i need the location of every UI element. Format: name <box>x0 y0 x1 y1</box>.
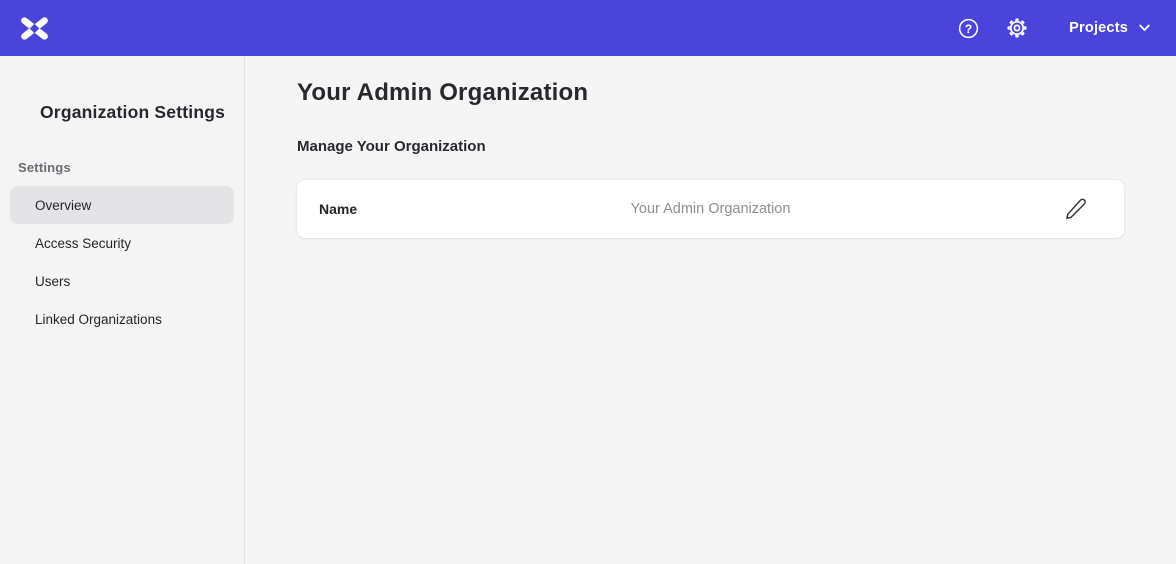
svg-text:?: ? <box>965 21 972 35</box>
sidebar-nav: Overview Access Security Users Linked Or… <box>10 186 234 338</box>
manage-section-title: Manage Your Organization <box>297 138 1124 155</box>
topbar: ? Projects <box>0 0 1176 56</box>
edit-name-button[interactable] <box>1061 195 1090 224</box>
chevron-down-icon <box>1139 24 1150 32</box>
settings-button[interactable] <box>1006 17 1028 39</box>
help-icon: ? <box>958 18 979 39</box>
sidebar-item-users[interactable]: Users <box>10 262 234 300</box>
sidebar-item-overview[interactable]: Overview <box>10 186 234 224</box>
sidebar-item-access-security[interactable]: Access Security <box>10 224 234 262</box>
projects-menu-button[interactable]: Projects <box>1069 20 1150 36</box>
page-title: Your Admin Organization <box>297 79 1124 107</box>
projects-label: Projects <box>1069 20 1128 36</box>
topbar-actions: ? Projects <box>958 17 1150 39</box>
sidebar-section-label: Settings <box>18 160 244 175</box>
sidebar: Organization Settings Settings Overview … <box>0 56 245 564</box>
organization-name-value: Your Admin Organization <box>297 201 1124 217</box>
main-content: Your Admin Organization Manage Your Orga… <box>246 56 1176 564</box>
gear-icon <box>1006 17 1028 39</box>
brand-logo-button[interactable] <box>18 14 51 43</box>
brand-x-logo-icon <box>20 16 49 41</box>
help-button[interactable]: ? <box>958 18 979 39</box>
sidebar-title: Organization Settings <box>0 56 244 123</box>
sidebar-item-linked-organizations[interactable]: Linked Organizations <box>10 300 234 338</box>
pencil-icon <box>1064 198 1087 221</box>
organization-name-card: Name Your Admin Organization <box>297 180 1124 238</box>
